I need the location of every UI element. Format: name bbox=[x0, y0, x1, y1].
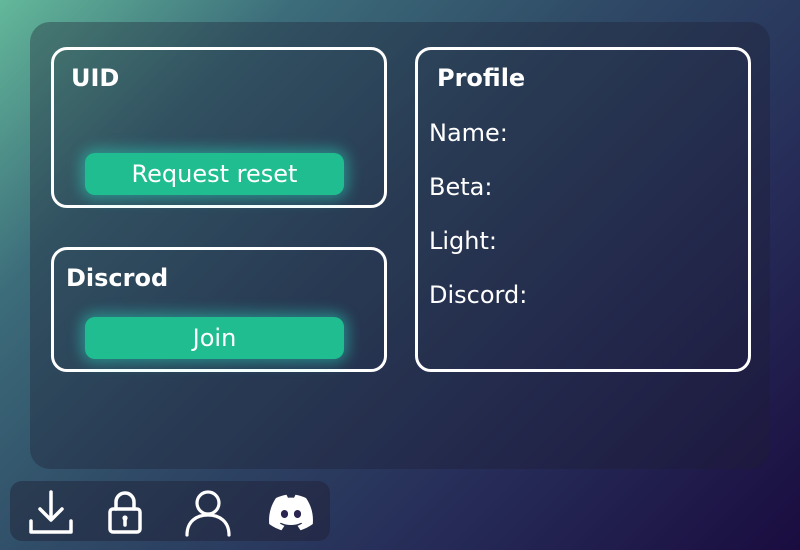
profile-card-title: Profile bbox=[437, 64, 526, 92]
profile-field-light: Light: bbox=[429, 227, 497, 255]
download-icon[interactable] bbox=[26, 487, 76, 537]
profile-field-discord: Discord: bbox=[429, 281, 528, 309]
request-reset-button[interactable]: Request reset bbox=[85, 153, 344, 195]
profile-field-name: Name: bbox=[429, 119, 508, 147]
bottom-toolbar bbox=[10, 481, 330, 541]
lock-icon[interactable] bbox=[100, 487, 150, 537]
user-icon[interactable] bbox=[183, 487, 233, 537]
profile-field-beta: Beta: bbox=[429, 173, 493, 201]
uid-card-title: UID bbox=[71, 64, 120, 92]
profile-card: Profile Name: Beta: Light: Discord: bbox=[415, 47, 751, 372]
discord-card-title: Discrod bbox=[66, 264, 169, 292]
uid-card: UID Request reset bbox=[51, 47, 387, 208]
discord-icon[interactable] bbox=[266, 487, 316, 537]
discord-card: Discrod Join bbox=[51, 247, 387, 372]
join-button[interactable]: Join bbox=[85, 317, 344, 359]
